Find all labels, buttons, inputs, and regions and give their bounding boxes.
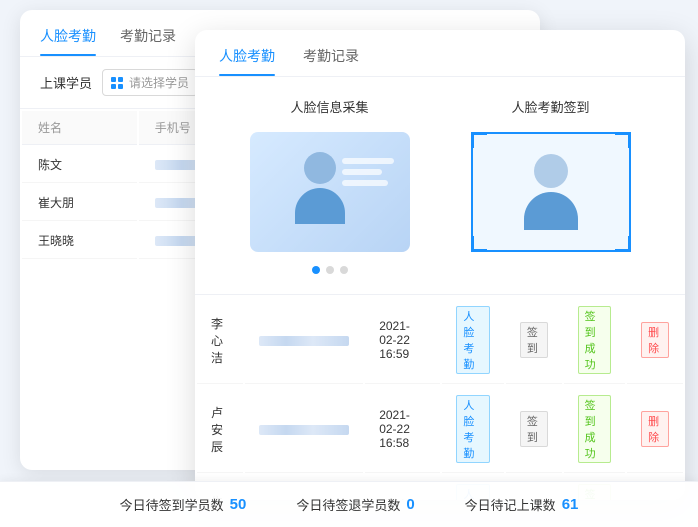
dot-inactive <box>326 266 334 274</box>
cell-time: 2021-02-22 16:59 <box>365 297 440 384</box>
face-collect-panel: 人脸信息采集 <box>219 97 440 274</box>
id-line <box>342 180 388 186</box>
main-container: 人脸考勤 考勤记录 上课学员 请选择学员 选择时间 姓名 手机号 考勤时间 <box>0 0 698 527</box>
avatar-head <box>304 152 336 184</box>
stat-signout-label: 今日待签退学员数 <box>296 495 400 514</box>
id-line <box>342 158 394 164</box>
stat-signin: 今日待签到学员数 50 <box>120 495 247 514</box>
avatar-body <box>295 188 345 224</box>
avatar-head <box>534 154 568 188</box>
cell-delete[interactable]: 删除 <box>627 386 683 473</box>
front-tab-record[interactable]: 考勤记录 <box>303 46 359 76</box>
cell-status: 签到成功 <box>564 297 625 384</box>
cell-method: 人脸考勤 <box>442 386 503 473</box>
student-select-placeholder: 请选择学员 <box>129 74 189 91</box>
corner-tl <box>471 132 487 148</box>
corner-tr <box>615 132 631 148</box>
stat-signout: 今日待签退学员数 0 <box>296 495 414 514</box>
stat-class: 今日待记上课数 61 <box>465 495 579 514</box>
avatar-collect <box>290 152 350 232</box>
front-card: 人脸考勤 考勤记录 人脸信息采集 <box>195 30 685 500</box>
face-checkin-panel: 人脸考勤签到 <box>440 97 661 274</box>
avatar-checkin <box>524 154 578 230</box>
col-name: 姓名 <box>22 111 137 145</box>
dots-indicator <box>312 266 348 274</box>
avatar-body <box>524 192 578 230</box>
cell-delete[interactable]: 删除 <box>627 297 683 384</box>
student-select[interactable]: 请选择学员 <box>102 69 198 96</box>
front-tab-face[interactable]: 人脸考勤 <box>219 46 275 76</box>
cell-action: 签到 <box>506 386 562 473</box>
cell-name: 卢安辰 <box>197 386 243 473</box>
stat-class-value: 61 <box>562 496 579 513</box>
cell-time: 2021-02-22 16:58 <box>365 386 440 473</box>
cell-name: 崔大朋 <box>22 185 137 221</box>
checkin-title: 人脸考勤签到 <box>511 97 589 116</box>
face-collect-card <box>250 132 410 252</box>
cell-status: 签到成功 <box>564 386 625 473</box>
footer: 今日待签到学员数 50 今日待签退学员数 0 今日待记上课数 61 <box>0 481 698 527</box>
table-row: 卢安辰 2021-02-22 16:58 人脸考勤 签到 签到成功 删除 <box>197 386 683 473</box>
dot-active <box>312 266 320 274</box>
face-section: 人脸信息采集 <box>195 77 685 294</box>
stat-class-label: 今日待记上课数 <box>465 495 556 514</box>
cell-phone <box>245 386 363 473</box>
grid-icon <box>111 77 123 89</box>
front-table-wrap: 李心洁 2021-02-22 16:59 人脸考勤 签到 签到成功 删除 卢安辰… <box>195 294 685 500</box>
id-lines <box>342 158 394 186</box>
front-table: 李心洁 2021-02-22 16:59 人脸考勤 签到 签到成功 删除 卢安辰… <box>195 295 685 500</box>
back-tab-record[interactable]: 考勤记录 <box>120 26 176 56</box>
cell-action: 签到 <box>506 297 562 384</box>
cell-name: 李心洁 <box>197 297 243 384</box>
id-line <box>342 169 382 175</box>
stat-signin-value: 50 <box>230 496 247 513</box>
collect-title: 人脸信息采集 <box>290 97 368 116</box>
back-tab-face[interactable]: 人脸考勤 <box>40 26 96 56</box>
dot-inactive <box>340 266 348 274</box>
toolbar-label: 上课学员 <box>40 73 92 92</box>
corner-br <box>615 236 631 252</box>
cell-phone <box>245 297 363 384</box>
stat-signout-value: 0 <box>406 496 414 513</box>
stat-signin-label: 今日待签到学员数 <box>120 495 224 514</box>
cell-name: 王晓晓 <box>22 223 137 259</box>
table-row: 李心洁 2021-02-22 16:59 人脸考勤 签到 签到成功 删除 <box>197 297 683 384</box>
cell-method: 人脸考勤 <box>442 297 503 384</box>
corner-bl <box>471 236 487 252</box>
cell-name: 陈文 <box>22 147 137 183</box>
front-tab-bar: 人脸考勤 考勤记录 <box>195 30 685 77</box>
face-checkin-card <box>471 132 631 252</box>
